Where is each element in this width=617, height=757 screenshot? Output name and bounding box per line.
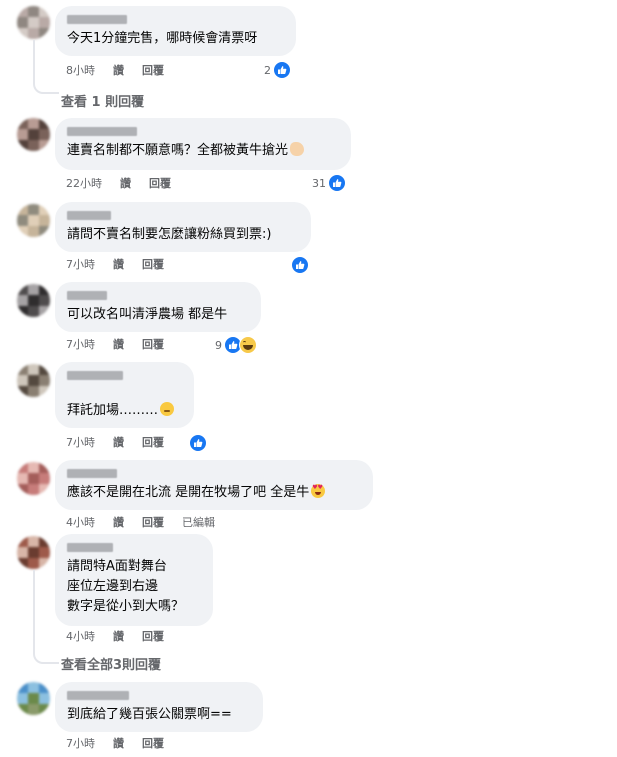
reply-button[interactable]: 回覆 <box>142 436 164 449</box>
comment-actions: 7小時 讚 回覆 <box>66 337 182 353</box>
comment-actions: 4小時 讚 回覆 <box>66 629 182 645</box>
clap-emoji-icon <box>290 142 305 156</box>
view-replies-link[interactable]: 查看 1 則回覆 <box>61 91 144 110</box>
comment-bubble: 請問不賣名制要怎麼讓粉絲買到票:) <box>55 202 311 252</box>
comment-time[interactable]: 4小時 <box>66 630 95 643</box>
reply-button[interactable]: 回覆 <box>142 737 164 750</box>
comment-time[interactable]: 7小時 <box>66 436 95 449</box>
comment-actions: 7小時 讚 回覆 <box>66 257 182 273</box>
reactions[interactable]: 9 <box>215 336 257 354</box>
author-name-redacted[interactable] <box>67 369 182 381</box>
avatar[interactable] <box>17 682 50 715</box>
author-name-redacted[interactable] <box>67 209 299 221</box>
avatar[interactable] <box>17 284 50 317</box>
comment-actions: 7小時 讚 回覆 <box>66 736 182 752</box>
comment-bubble: 連賣名制都不願意嗎？全都被黃牛搶光 <box>55 118 351 170</box>
comment-actions: 7小時 讚 回覆 <box>66 435 182 451</box>
reply-button[interactable]: 回覆 <box>142 64 164 77</box>
like-button[interactable]: 讚 <box>113 516 124 529</box>
comment-actions: 8小時 讚 回覆 <box>66 63 182 79</box>
avatar[interactable] <box>17 364 50 397</box>
comment-bubble: 到底給了幾百張公關票啊== <box>55 682 263 732</box>
like-button[interactable]: 讚 <box>113 64 124 77</box>
comment-text: 今天1分鐘完售，哪時候會清票呀 <box>67 31 258 46</box>
like-button[interactable]: 讚 <box>113 630 124 643</box>
reaction-count: 2 <box>264 63 271 77</box>
reaction-count: 31 <box>312 176 326 190</box>
comment-text-content: 連賣名制都不願意嗎？全都被黃牛搶光 <box>67 143 289 158</box>
reactions[interactable]: 2 <box>264 61 291 79</box>
author-name-redacted[interactable] <box>67 467 361 479</box>
like-icon <box>328 174 346 192</box>
like-button[interactable]: 讚 <box>113 737 124 750</box>
like-button[interactable]: 讚 <box>113 338 124 351</box>
reply-button[interactable]: 回覆 <box>142 516 164 529</box>
comment-time[interactable]: 22小時 <box>66 177 102 190</box>
comment-time[interactable]: 7小時 <box>66 338 95 351</box>
comment-actions: 22小時 讚 回覆 <box>66 176 189 192</box>
comment-actions: 4小時 讚 回覆 已編輯 <box>66 515 233 531</box>
reactions[interactable] <box>189 434 207 452</box>
comment-time[interactable]: 4小時 <box>66 516 95 529</box>
avatar[interactable] <box>17 204 50 237</box>
comment-bubble: 拜託加場……… <box>55 362 194 428</box>
avatar[interactable] <box>17 536 50 569</box>
avatar[interactable] <box>17 6 50 39</box>
comment-bubble: 今天1分鐘完售，哪時候會清票呀 <box>55 6 296 56</box>
view-replies-link[interactable]: 查看全部3則回覆 <box>61 654 161 673</box>
author-name-redacted[interactable] <box>67 689 251 701</box>
comment-text: 可以改名叫清淨農場 都是牛 <box>67 307 228 322</box>
comment-text: 請問特A面對舞台 座位左邊到右邊 數字是從小到大嗎？ <box>67 559 185 614</box>
comment-time[interactable]: 8小時 <box>66 64 95 77</box>
comment-bubble: 應該不是開在北流 是開在牧場了吧 全是牛 <box>55 460 373 510</box>
comment-bubble: 請問特A面對舞台 座位左邊到右邊 數字是從小到大嗎？ <box>55 534 213 626</box>
edited-label: 已編輯 <box>182 516 215 529</box>
reply-button[interactable]: 回覆 <box>149 177 171 190</box>
avatar[interactable] <box>17 462 50 495</box>
comment-text: 應該不是開在北流 是開在牧場了吧 全是牛 <box>67 483 361 503</box>
like-button[interactable]: 讚 <box>120 177 131 190</box>
reactions[interactable]: 31 <box>312 174 346 192</box>
author-name-redacted[interactable] <box>67 13 284 25</box>
like-button[interactable]: 讚 <box>113 436 124 449</box>
comment-text-content: 應該不是開在北流 是開在牧場了吧 全是牛 <box>67 485 310 500</box>
avatar[interactable] <box>17 118 50 151</box>
comment-text: 拜託加場……… <box>67 401 182 421</box>
comment-text-content: 拜託加場……… <box>67 403 159 418</box>
comment-text: 到底給了幾百張公關票啊== <box>67 707 232 722</box>
comment-text: 請問不賣名制要怎麼讓粉絲買到票:) <box>67 227 272 242</box>
like-icon <box>291 256 309 274</box>
like-icon <box>273 61 291 79</box>
comment-time[interactable]: 7小時 <box>66 737 95 750</box>
sweat-emoji-icon <box>160 402 175 416</box>
heart-eyes-emoji-icon <box>311 484 326 498</box>
reaction-count: 9 <box>215 338 222 352</box>
thread-line <box>33 40 59 94</box>
like-button[interactable]: 讚 <box>113 258 124 271</box>
like-icon <box>189 434 207 452</box>
reply-button[interactable]: 回覆 <box>142 338 164 351</box>
reply-button[interactable]: 回覆 <box>142 630 164 643</box>
reply-button[interactable]: 回覆 <box>142 258 164 271</box>
comment-text: 連賣名制都不願意嗎？全都被黃牛搶光 <box>67 141 339 161</box>
haha-icon <box>239 336 257 354</box>
author-name-redacted[interactable] <box>67 125 339 137</box>
author-name-redacted[interactable] <box>67 541 201 553</box>
author-name-redacted[interactable] <box>67 289 249 301</box>
comment-time[interactable]: 7小時 <box>66 258 95 271</box>
thread-line <box>33 570 59 664</box>
comment-bubble: 可以改名叫清淨農場 都是牛 <box>55 282 261 332</box>
reactions[interactable] <box>291 256 309 274</box>
